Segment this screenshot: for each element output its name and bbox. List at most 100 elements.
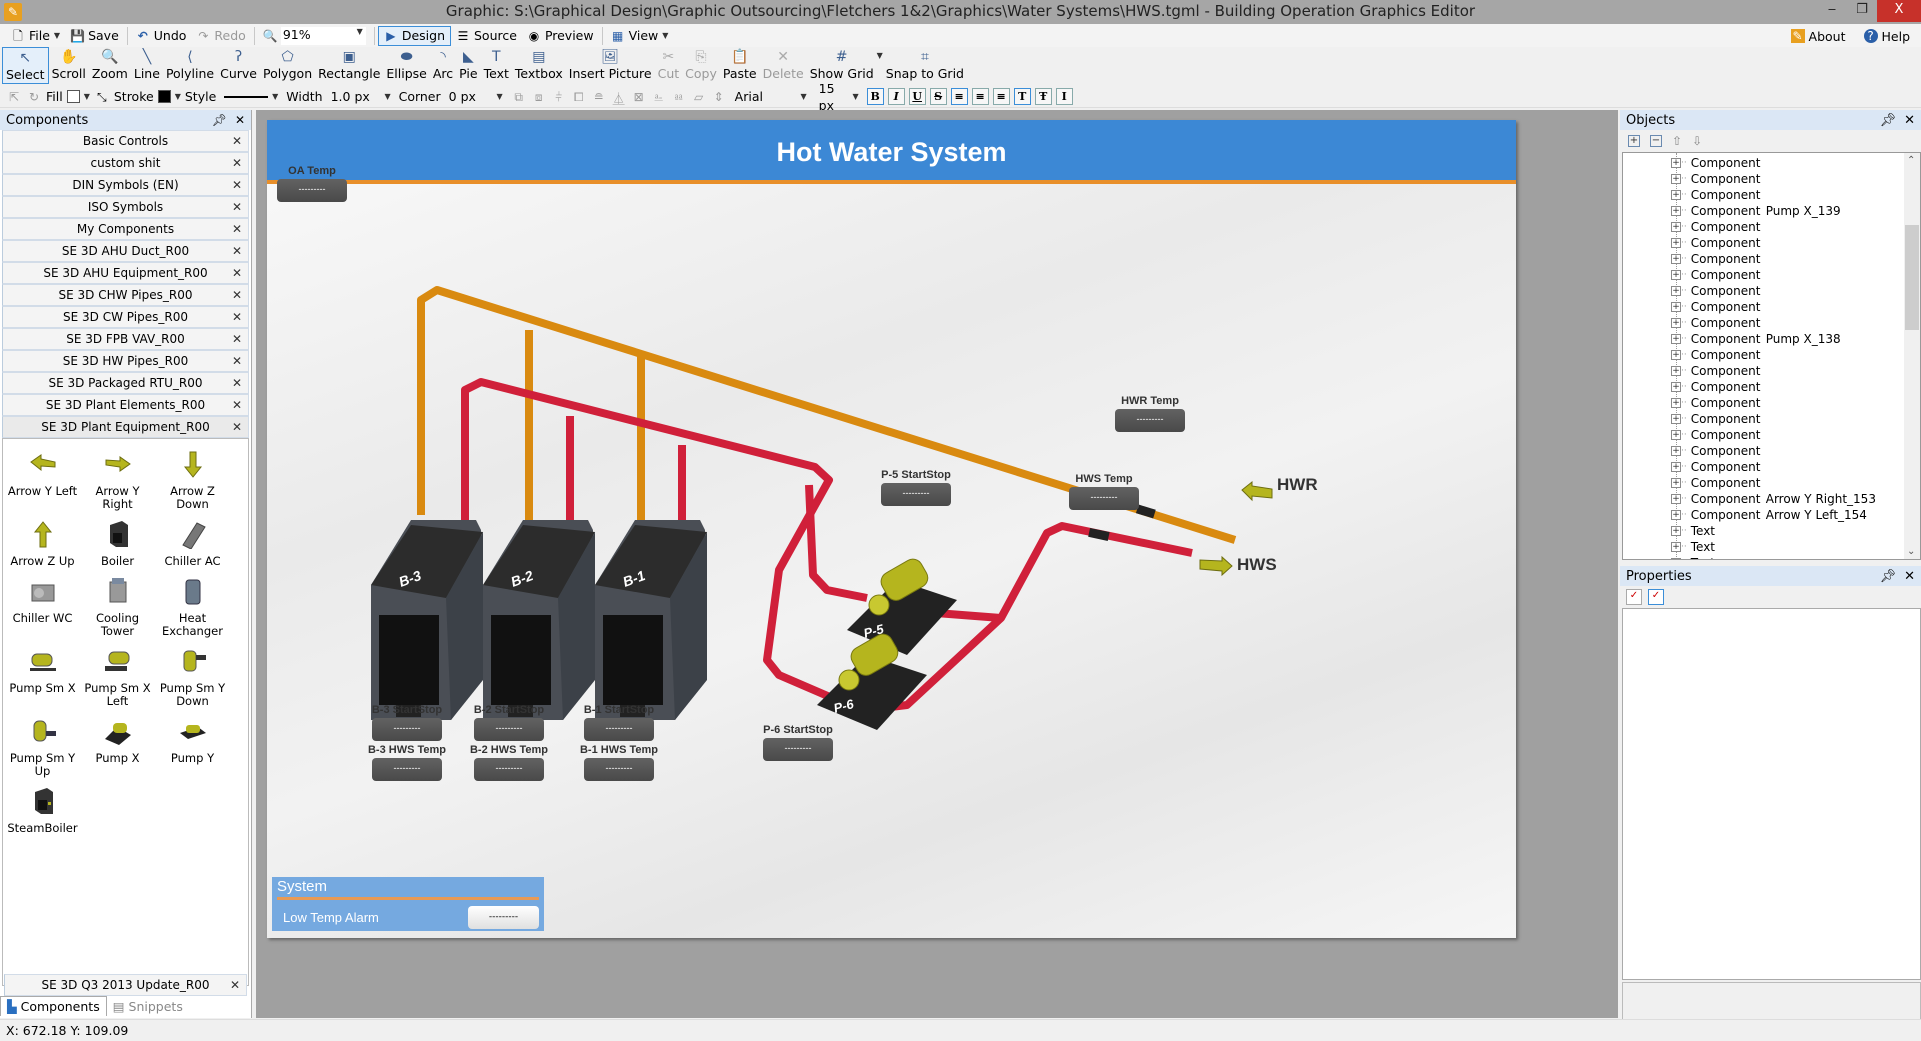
maximize-button[interactable]: ❐ bbox=[1847, 0, 1877, 22]
b-1-startstop-value[interactable]: --------- bbox=[584, 718, 654, 741]
component-pump-sm-x-left[interactable]: Pump Sm X Left bbox=[80, 646, 155, 708]
expand-icon[interactable]: + bbox=[1671, 238, 1681, 248]
about-button[interactable]: ✎ About bbox=[1786, 26, 1851, 46]
expand-icon[interactable]: + bbox=[1671, 190, 1681, 200]
curve-tool[interactable]: ʔ Curve bbox=[217, 47, 260, 84]
arc-tool[interactable]: ◝ Arc bbox=[430, 47, 456, 84]
pin-icon[interactable]: 📌︎ bbox=[212, 113, 227, 127]
source-tab[interactable]: ☰ Source bbox=[451, 26, 522, 46]
corner-select[interactable]: 0 px ▼ bbox=[445, 88, 507, 105]
category-basic-controls[interactable]: Basic Controls ✕ bbox=[2, 130, 249, 152]
close-icon[interactable]: ✕ bbox=[1904, 569, 1915, 584]
alphabetical-view-icon[interactable]: ✓ bbox=[1648, 589, 1664, 605]
close-icon[interactable]: ✕ bbox=[232, 376, 242, 390]
fill-color-swatch[interactable] bbox=[66, 90, 80, 103]
tree-item[interactable]: + ·· Component bbox=[1623, 427, 1920, 443]
tree-item[interactable]: + ·· Component bbox=[1623, 251, 1920, 267]
close-icon[interactable]: ✕ bbox=[1904, 113, 1915, 128]
component-chiller-wc[interactable]: Chiller WC bbox=[5, 576, 80, 638]
close-icon[interactable]: ✕ bbox=[232, 332, 242, 346]
tree-item[interactable]: + ·· Component bbox=[1623, 475, 1920, 491]
close-icon[interactable]: ✕ bbox=[232, 354, 242, 368]
close-icon[interactable]: ✕ bbox=[232, 156, 242, 170]
align-center-button[interactable]: ≡ bbox=[971, 88, 989, 105]
p-5-startstop-value[interactable]: --------- bbox=[881, 483, 951, 506]
tree-item[interactable]: +··Text bbox=[1623, 523, 1920, 539]
expand-icon[interactable]: + bbox=[1671, 446, 1681, 456]
bold-button[interactable]: B bbox=[866, 88, 884, 105]
tree-item[interactable]: + ·· Component bbox=[1623, 395, 1920, 411]
b-1-hws-temp-value[interactable]: --------- bbox=[584, 758, 654, 781]
component-steamboiler[interactable]: SteamBoiler bbox=[5, 786, 80, 835]
rotate-icon[interactable]: ↻ bbox=[26, 90, 42, 104]
b-2-startstop-value[interactable]: --------- bbox=[474, 718, 544, 741]
low-temp-alarm-value[interactable]: --------- bbox=[468, 906, 539, 929]
category-se-3d-fpb-vav-r00[interactable]: SE 3D FPB VAV_R00 ✕ bbox=[2, 328, 249, 350]
flip-icon[interactable]: ⏅ bbox=[611, 90, 627, 106]
polyline-tool[interactable]: ⟨ Polyline bbox=[163, 47, 217, 84]
underline-button[interactable]: U bbox=[908, 88, 926, 105]
zoom-tool[interactable]: 🔍 Zoom bbox=[89, 47, 131, 84]
strikethrough-button[interactable]: S bbox=[929, 88, 947, 105]
line-tool[interactable]: ╲ Line bbox=[131, 47, 163, 84]
expand-icon[interactable]: + bbox=[1671, 206, 1681, 216]
expand-all-icon[interactable]: + bbox=[1628, 135, 1640, 147]
expand-icon[interactable]: + bbox=[1671, 350, 1681, 360]
close-icon[interactable]: ✕ bbox=[232, 178, 242, 192]
font-select[interactable]: Arial ▼ bbox=[731, 88, 811, 105]
expand-icon[interactable]: + bbox=[1671, 382, 1681, 392]
p-6-startstop-value[interactable]: --------- bbox=[763, 738, 833, 761]
category-se-3d-plant-elements-r00[interactable]: SE 3D Plant Elements_R00 ✕ bbox=[2, 394, 249, 416]
distribute-icon[interactable]: ≘ bbox=[591, 90, 607, 104]
tree-item[interactable]: + ·· Component Arrow Y Left_154 bbox=[1623, 507, 1920, 523]
tab-components[interactable]: ▙ Components bbox=[0, 996, 107, 1016]
component-heat-exchanger[interactable]: Heat Exchanger bbox=[155, 576, 230, 638]
scroll-tool[interactable]: ✋ Scroll bbox=[49, 47, 89, 84]
help-button[interactable]: ? Help bbox=[1859, 26, 1916, 46]
undo-button[interactable]: ↶ Undo bbox=[131, 26, 192, 46]
polygon-tool[interactable]: ⬠ Polygon bbox=[260, 47, 315, 84]
close-icon[interactable]: ✕ bbox=[232, 244, 242, 258]
paste-tool[interactable]: 📋 Paste bbox=[720, 47, 760, 84]
expand-icon[interactable]: + bbox=[1671, 462, 1681, 472]
expand-icon[interactable]: + bbox=[1671, 286, 1681, 296]
valign-middle-button[interactable]: Ŧ bbox=[1034, 88, 1052, 105]
close-icon[interactable]: ✕ bbox=[232, 310, 242, 324]
category-se-3d-hw-pipes-r00[interactable]: SE 3D HW Pipes_R00 ✕ bbox=[2, 350, 249, 372]
tree-item[interactable]: + ·· Component Pump X_138 bbox=[1623, 331, 1920, 347]
align-left-button[interactable]: ≡ bbox=[950, 88, 968, 105]
b-3-startstop-value[interactable]: --------- bbox=[372, 718, 442, 741]
tree-item[interactable]: + ·· Component bbox=[1623, 443, 1920, 459]
copy-tool[interactable]: ⎘ Copy bbox=[682, 47, 720, 84]
expand-icon[interactable]: + bbox=[1671, 334, 1681, 344]
move-down-icon[interactable]: ⇩ bbox=[1692, 134, 1702, 148]
tree-item[interactable]: + ·· Component bbox=[1623, 299, 1920, 315]
expand-icon[interactable]: + bbox=[1671, 558, 1681, 559]
category-se-3d-ahu-equipment-r00[interactable]: SE 3D AHU Equipment_R00 ✕ bbox=[2, 262, 249, 284]
close-icon[interactable]: ✕ bbox=[232, 420, 242, 434]
italic-button[interactable]: I bbox=[887, 88, 905, 105]
expand-icon[interactable]: + bbox=[1671, 270, 1681, 280]
save-button[interactable]: 💾 Save bbox=[65, 26, 124, 46]
expand-icon[interactable]: + bbox=[1671, 414, 1681, 424]
minimize-button[interactable]: ‒ bbox=[1817, 0, 1847, 22]
category-se-3d-cw-pipes-r00[interactable]: SE 3D CW Pipes_R00 ✕ bbox=[2, 306, 249, 328]
stroke-color-swatch[interactable] bbox=[157, 90, 171, 103]
tree-item[interactable]: + ·· Component bbox=[1623, 363, 1920, 379]
text-tool[interactable]: T Text bbox=[481, 47, 512, 84]
font-size-select[interactable]: 15 px ▼ bbox=[815, 81, 863, 113]
expand-icon[interactable]: + bbox=[1671, 222, 1681, 232]
tree-item[interactable]: + ·· Component bbox=[1623, 315, 1920, 331]
categorized-view-icon[interactable]: ✓ bbox=[1626, 589, 1642, 605]
graphic-page[interactable]: Hot Water System B-3 B-2 B-1 P-5 P-6 OA Temp… bbox=[267, 120, 1516, 938]
textbox-tool[interactable]: ▤ Textbox bbox=[512, 47, 566, 84]
expand-icon[interactable]: + bbox=[1671, 526, 1681, 536]
category-se-3d-q3-2013-update[interactable]: SE 3D Q3 2013 Update_R00 ✕ bbox=[4, 974, 247, 996]
close-icon[interactable]: ✕ bbox=[232, 398, 242, 412]
collapse-all-icon[interactable]: − bbox=[1650, 135, 1662, 147]
snap-to-grid-tool[interactable]: ⌗ Snap to Grid bbox=[883, 47, 967, 84]
close-icon[interactable]: ✕ bbox=[230, 978, 240, 992]
expand-icon[interactable]: + bbox=[1671, 494, 1681, 504]
rotate-left-icon[interactable]: ⎁ bbox=[651, 90, 667, 104]
close-icon[interactable]: ✕ bbox=[232, 134, 242, 148]
